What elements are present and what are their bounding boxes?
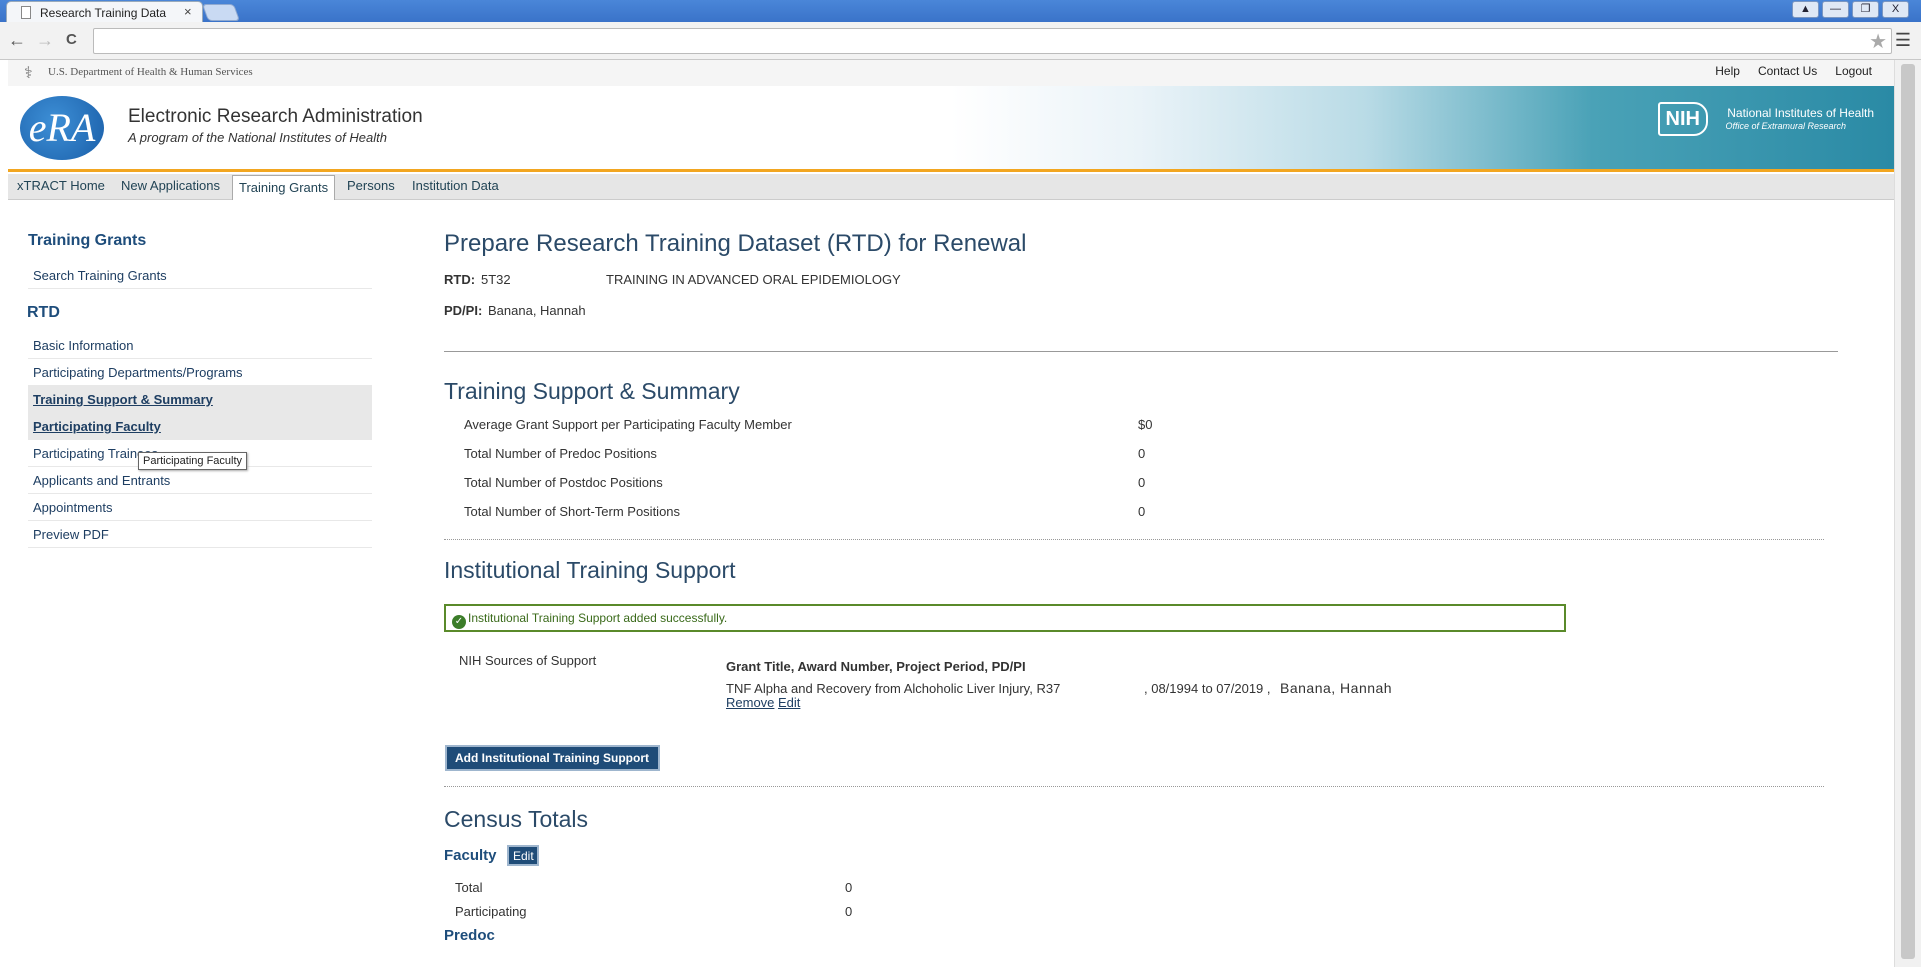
utility-links: Help Contact Us Logout (1715, 64, 1872, 78)
close-window-button[interactable]: X (1882, 1, 1909, 18)
tss-row-value: 0 (1138, 446, 1146, 461)
faculty-heading: Faculty (444, 847, 497, 864)
tss-row-label: Average Grant Support per Participating … (464, 417, 792, 432)
tss-row-value: 0 (1138, 504, 1146, 519)
sidebar-item-participating-departments[interactable]: Participating Departments/Programs (28, 359, 372, 386)
user-icon[interactable]: ▲ (1792, 1, 1819, 18)
tss-row-value: 0 (1138, 475, 1146, 490)
predoc-heading: Predoc (444, 927, 495, 944)
tab-title: Research Training Data (40, 6, 167, 20)
logout-link[interactable]: Logout (1835, 64, 1872, 78)
tss-row-value: $0 (1138, 417, 1153, 432)
census-heading: Census Totals (444, 806, 589, 832)
era-subtitle: A program of the National Institutes of … (128, 130, 387, 145)
edit-link[interactable]: Edit (778, 695, 800, 710)
document-icon (21, 6, 31, 19)
remove-link[interactable]: Remove (726, 695, 774, 710)
nav-new-applications[interactable]: New Applications (121, 178, 220, 193)
success-text: Institutional Training Support added suc… (468, 611, 728, 625)
forward-icon[interactable]: → (36, 30, 54, 50)
success-message: ✓ Institutional Training Support added su… (444, 604, 1566, 632)
sidebar-item-search-training-grants[interactable]: Search Training Grants (28, 262, 372, 289)
era-logo: eRA (20, 96, 104, 160)
reload-icon[interactable]: C (66, 30, 77, 50)
grant-pi: Banana, Hannah (1280, 680, 1393, 696)
tss-heading: Training Support & Summary (444, 378, 740, 404)
hhs-eagle-icon: ⚕ (24, 65, 33, 82)
faculty-row-value: 0 (845, 880, 853, 895)
browser-toolbar: ← → C ★ ☰ (0, 22, 1921, 60)
add-institutional-training-support-button[interactable]: Add Institutional Training Support (445, 745, 660, 771)
browser-titlebar: Research Training Data × ▲ — ❐ X (0, 0, 1921, 23)
sidebar-heading-rtd: RTD (27, 304, 60, 321)
hhs-bar: ⚕ U.S. Department of Health & Human Serv… (8, 60, 1894, 86)
nav-institution-data[interactable]: Institution Data (412, 178, 499, 193)
help-link[interactable]: Help (1715, 64, 1740, 78)
address-bar[interactable] (93, 28, 1892, 54)
back-icon[interactable]: ← (8, 30, 26, 50)
check-circle-icon: ✓ (452, 615, 466, 629)
faculty-row-label: Participating (455, 904, 527, 919)
page-title: Prepare Research Training Dataset (RTD) … (444, 230, 1027, 257)
grant-period: , 08/1994 to 07/2019 , (1144, 681, 1271, 696)
sidebar-item-preview-pdf[interactable]: Preview PDF (28, 521, 372, 548)
tss-row-label: Total Number of Short-Term Positions (464, 504, 681, 519)
scrollbar-thumb[interactable] (1901, 64, 1915, 959)
restore-button[interactable]: ❐ (1852, 1, 1879, 18)
minimize-button[interactable]: — (1822, 1, 1849, 18)
sidebar-heading-training-grants: Training Grants (28, 232, 147, 249)
rtd-value: 5T32 (481, 272, 511, 287)
tss-row-label: Total Number of Predoc Positions (464, 446, 657, 461)
nih-sources-label: NIH Sources of Support (459, 653, 597, 668)
rtd-title: TRAINING IN ADVANCED ORAL EPIDEMIOLOGY (606, 272, 901, 287)
nih-title: National Institutes of Health (1727, 106, 1874, 120)
bookmark-star-icon[interactable]: ★ (1869, 29, 1887, 54)
nih-logo: NIH (1657, 102, 1708, 136)
contact-us-link[interactable]: Contact Us (1758, 64, 1817, 78)
nih-subtitle: Office of Extramural Research (1725, 121, 1846, 131)
divider (444, 351, 1838, 352)
pdpi-label: PD/PI: (444, 303, 483, 318)
faculty-row-label: Total (455, 880, 483, 895)
faculty-row-value: 0 (845, 904, 853, 919)
new-tab-button[interactable] (201, 4, 241, 21)
nav-persons[interactable]: Persons (347, 178, 395, 193)
sidebar-item-basic-information[interactable]: Basic Information (28, 332, 372, 359)
divider (444, 539, 1824, 540)
browser-tab[interactable]: Research Training Data × (6, 1, 203, 23)
nav-training-grants[interactable]: Training Grants (232, 175, 336, 200)
tab-close-icon[interactable]: × (184, 4, 192, 19)
nav-xtract-home[interactable]: xTRACT Home (17, 178, 105, 193)
browser-menu-icon[interactable]: ☰ (1895, 30, 1911, 51)
sidebar-item-applicants-entrants[interactable]: Applicants and Entrants (28, 467, 372, 494)
grant-header: Grant Title, Award Number, Project Perio… (726, 659, 1026, 674)
era-banner: eRA Electronic Research Administration A… (8, 86, 1894, 172)
era-title: Electronic Research Administration (128, 106, 423, 127)
tss-row-label: Total Number of Postdoc Positions (464, 475, 663, 490)
sidebar-item-appointments[interactable]: Appointments (28, 494, 372, 521)
its-heading: Institutional Training Support (444, 557, 736, 583)
vertical-scrollbar[interactable] (1894, 60, 1921, 967)
faculty-edit-button[interactable]: Edit (507, 845, 539, 866)
hhs-text: U.S. Department of Health & Human Servic… (48, 66, 253, 78)
sidebar-item-training-support-summary[interactable]: Training Support & Summary (28, 386, 372, 413)
pdpi-value: Banana, Hannah (488, 303, 586, 318)
divider (444, 786, 1824, 787)
window-controls: ▲ — ❐ X (1792, 1, 1909, 18)
rtd-label: RTD: (444, 272, 476, 287)
sidebar-item-participating-faculty[interactable]: Participating Faculty (28, 413, 372, 440)
main-nav: xTRACT Home New Applications Training Gr… (8, 174, 1894, 200)
grant-title: TNF Alpha and Recovery from Alchoholic L… (726, 681, 1061, 696)
tooltip: Participating Faculty (138, 452, 248, 470)
page-content: ⚕ U.S. Department of Health & Human Serv… (8, 60, 1894, 967)
